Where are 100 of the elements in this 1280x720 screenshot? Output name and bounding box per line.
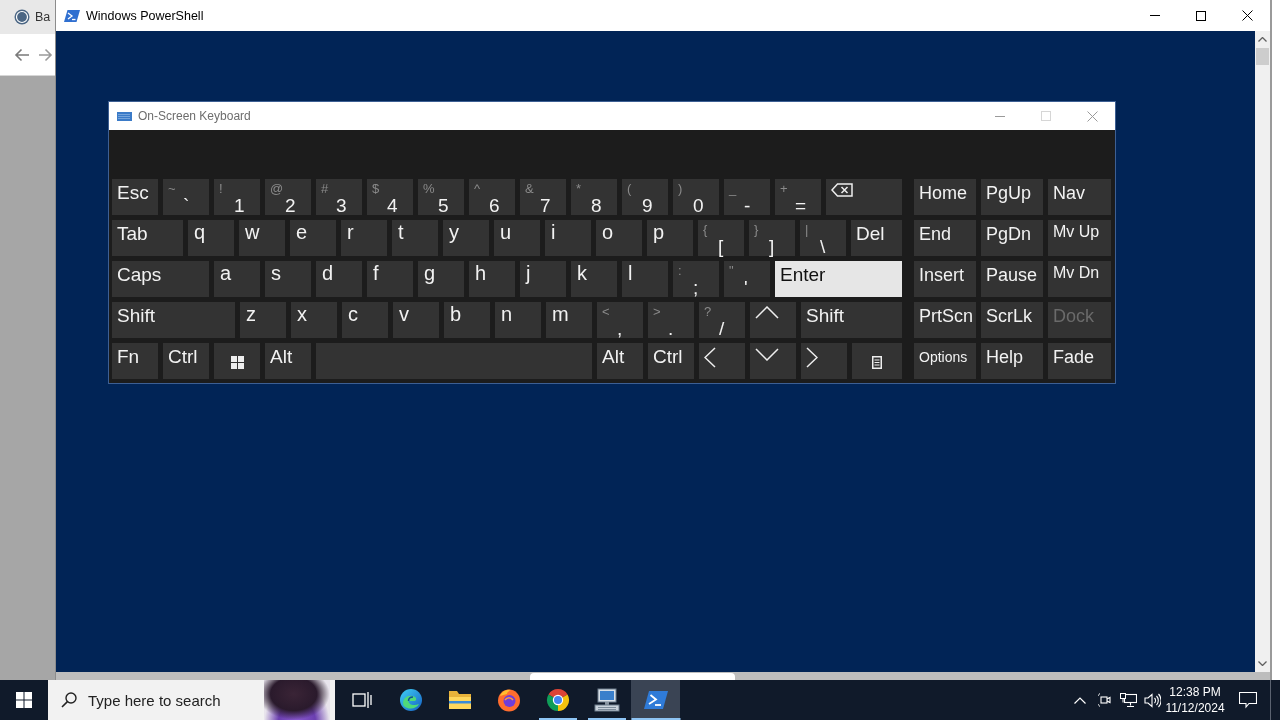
keyboard-key[interactable]: Mv Up [1048, 220, 1111, 256]
search-box[interactable]: Type here to search [48, 680, 335, 720]
keyboard-key[interactable]: v [393, 302, 439, 338]
keyboard-key[interactable]: ( 9 [622, 179, 668, 215]
keyboard-key[interactable] [750, 302, 796, 338]
search-icon [61, 692, 77, 708]
keyboard-key[interactable]: d [316, 261, 362, 297]
keyboard-key[interactable]: e [290, 220, 336, 256]
search-input[interactable]: Type here to search [88, 689, 253, 711]
keyboard-key[interactable]: ) 0 [673, 179, 719, 215]
keyboard-key[interactable]: Pause [981, 261, 1043, 297]
keyboard-key[interactable]: Esc [112, 179, 158, 215]
keyboard-key[interactable] [801, 343, 847, 379]
keyboard-key[interactable]: ScrLk [981, 302, 1043, 338]
keyboard-key[interactable]: Ctrl [163, 343, 209, 379]
window-title: Windows PowerShell [86, 8, 205, 23]
keyboard-key[interactable]: g [418, 261, 464, 297]
keyboard-key[interactable]: y [443, 220, 489, 256]
keyboard-key[interactable]: Insert [914, 261, 976, 297]
keyboard-key[interactable]: Tab [112, 220, 183, 256]
keyboard-key[interactable]: f [367, 261, 413, 297]
keyboard-key[interactable]: < , [597, 302, 643, 338]
keyboard-key[interactable]: Options [914, 343, 976, 379]
keyboard-key[interactable]: m [546, 302, 592, 338]
keyboard-key[interactable]: } ] [749, 220, 795, 256]
keyboard-key[interactable]: ! 1 [214, 179, 260, 215]
keyboard-key[interactable]: _ - [724, 179, 770, 215]
keyboard-key[interactable]: b [444, 302, 490, 338]
keyboard-key[interactable]: " ' [724, 261, 770, 297]
keyboard-key[interactable]: End [914, 220, 976, 256]
keyboard-key[interactable] [214, 343, 260, 379]
scrollbar-track[interactable] [1255, 31, 1270, 672]
keyboard-key[interactable]: PgDn [981, 220, 1043, 256]
keyboard-key[interactable]: PrtScn [914, 302, 976, 338]
browser-tab-title[interactable]: Ba [35, 10, 51, 24]
keyboard-key[interactable]: h [469, 261, 515, 297]
keyboard-key[interactable]: Del [851, 220, 902, 256]
maximize-icon [1041, 111, 1051, 121]
speaker-icon [1143, 692, 1161, 708]
keyboard-key[interactable]: { [ [698, 220, 744, 256]
keyboard-key[interactable]: Home [914, 179, 976, 215]
close-icon [1086, 110, 1098, 122]
keyboard-key[interactable] [826, 179, 902, 215]
keyboard-key[interactable]: Enter [775, 261, 902, 297]
keyboard-key[interactable]: n [495, 302, 541, 338]
keyboard-key[interactable]: x [291, 302, 337, 338]
keyboard-key[interactable]: ? / [699, 302, 745, 338]
keyboard-key[interactable]: + = [775, 179, 821, 215]
keyboard-key[interactable]: | \ [800, 220, 846, 256]
keyboard-key[interactable]: k [571, 261, 617, 297]
keyboard-key[interactable]: o [596, 220, 642, 256]
keyboard-key[interactable]: # 3 [316, 179, 362, 215]
keyboard-key[interactable]: Alt [597, 343, 643, 379]
keyboard-key[interactable]: Caps [112, 261, 209, 297]
keyboard-key[interactable]: Shift [112, 302, 235, 338]
scrollbar-track[interactable] [56, 672, 1270, 680]
keyboard-key[interactable]: ~ ` [163, 179, 209, 215]
keyboard-key[interactable]: c [342, 302, 388, 338]
chevron-down-icon [1258, 661, 1267, 666]
keyboard-key[interactable]: Alt [265, 343, 311, 379]
keyboard-key[interactable]: : ; [673, 261, 719, 297]
keyboard-key[interactable]: r [341, 220, 387, 256]
keyboard-key[interactable]: l [622, 261, 668, 297]
keyboard-key[interactable]: q [188, 220, 234, 256]
keyboard-key[interactable]: w [239, 220, 285, 256]
scrollbar-thumb[interactable] [1256, 48, 1269, 65]
keyboard-key[interactable]: a [214, 261, 260, 297]
keyboard-key[interactable]: p [647, 220, 693, 256]
keyboard-key[interactable]: & 7 [520, 179, 566, 215]
forward-arrow-icon[interactable] [39, 47, 53, 62]
keyboard-key[interactable]: @ 2 [265, 179, 311, 215]
keyboard-key[interactable]: t [392, 220, 438, 256]
four-squares-icon [16, 692, 32, 708]
keyboard-key[interactable]: Nav [1048, 179, 1111, 215]
chevron-up-icon [1258, 37, 1267, 42]
taskbar-clock[interactable]: 12:38 PM 11/12/2024 [1164, 680, 1226, 720]
keyboard-key[interactable]: j [520, 261, 566, 297]
back-arrow-icon[interactable] [14, 47, 30, 62]
keyboard-key[interactable]: PgUp [981, 179, 1043, 215]
keyboard-key[interactable]: s [265, 261, 311, 297]
keyboard-key[interactable]: * 8 [571, 179, 617, 215]
keyboard-key[interactable]: Fade [1048, 343, 1111, 379]
keyboard-key[interactable]: Mv Dn [1048, 261, 1111, 297]
keyboard-key[interactable] [699, 343, 745, 379]
keyboard-key[interactable] [750, 343, 796, 379]
keyboard-key[interactable]: Ctrl [648, 343, 694, 379]
chevron-up-icon [755, 306, 779, 319]
scrollbar-thumb[interactable] [530, 673, 735, 680]
task-view-icon [351, 691, 372, 709]
keyboard-key[interactable] [852, 343, 902, 379]
keyboard-key[interactable]: > . [648, 302, 694, 338]
keyboard-key[interactable]: ^ 6 [469, 179, 515, 215]
keyboard-key[interactable]: z [240, 302, 286, 338]
keyboard-key[interactable]: i [545, 220, 591, 256]
keyboard-key[interactable]: Shift [801, 302, 902, 338]
keyboard-key[interactable]: $ 4 [367, 179, 413, 215]
keyboard-key[interactable]: u [494, 220, 540, 256]
keyboard-key[interactable]: % 5 [418, 179, 464, 215]
keyboard-key[interactable]: Help [981, 343, 1043, 379]
keyboard-key[interactable]: Fn [112, 343, 158, 379]
